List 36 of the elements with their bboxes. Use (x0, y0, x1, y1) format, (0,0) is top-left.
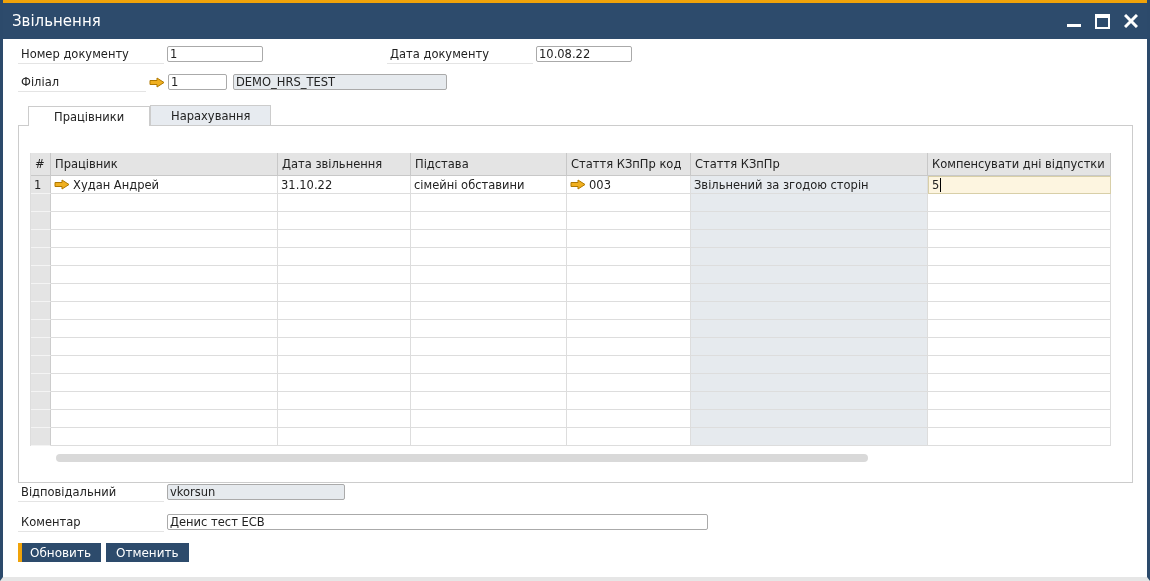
row-number: 1 (31, 176, 51, 194)
input-field[interactable]: 10.08.22 (536, 46, 632, 62)
scrollbar[interactable] (56, 454, 868, 462)
input-field: DEMO_HRS_TEST (233, 74, 447, 90)
field-label: Коментар (18, 512, 164, 532)
tab[interactable]: Працівники (28, 106, 150, 126)
column-header: Підстава (411, 153, 567, 176)
link-arrow-icon[interactable] (54, 179, 70, 190)
field-label: Номер документу (18, 44, 164, 64)
column-header: Дата звільнення (278, 153, 411, 176)
window-title: Звільнення (12, 12, 101, 30)
table-cell[interactable]: сімейні обставини (411, 176, 567, 194)
input-field[interactable]: 1 (167, 46, 263, 62)
table-cell[interactable]: 5 (928, 176, 1111, 194)
table-cell[interactable]: 31.10.22 (278, 176, 411, 194)
column-header: Стаття КЗпПр (691, 153, 928, 176)
table-cell[interactable]: 003 (567, 176, 691, 194)
link-arrow-icon[interactable] (149, 76, 165, 88)
column-header: # (31, 153, 51, 176)
column-header: Компенсувати дні відпустки (928, 153, 1111, 176)
column-header: Працівник (51, 153, 278, 176)
table-cell[interactable]: Худан Андрей (51, 176, 278, 194)
input-field[interactable]: 1 (168, 74, 227, 90)
action-button[interactable]: Отменить (105, 543, 189, 562)
maximize-icon[interactable] (1095, 13, 1110, 29)
action-button[interactable]: Обновить (18, 543, 101, 562)
field-label: Дата документу (387, 44, 533, 64)
close-icon[interactable] (1124, 14, 1138, 28)
column-header: Стаття КЗпПр код (567, 153, 691, 176)
field-label: Філіал (18, 72, 146, 92)
link-arrow-icon[interactable] (570, 179, 586, 190)
input-field[interactable]: Денис тест ЕСВ (167, 514, 708, 530)
field-label: Відповідальний (18, 482, 164, 502)
tab[interactable]: Нарахування (150, 105, 272, 125)
input-field: vkorsun (167, 484, 345, 500)
table-cell[interactable]: Звільнений за згодою сторін (691, 176, 928, 194)
